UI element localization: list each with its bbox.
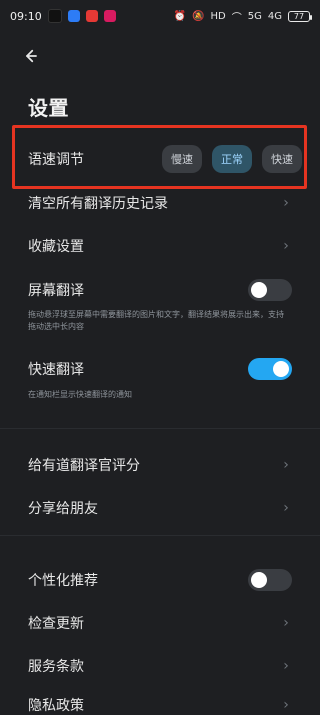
section-divider bbox=[0, 428, 320, 429]
clear-history-row[interactable]: 清空所有翻译历史记录 › bbox=[0, 190, 320, 216]
rate-label: 给有道翻译官评分 bbox=[28, 458, 140, 474]
quick-translate-toggle[interactable] bbox=[248, 358, 292, 380]
terms-row[interactable]: 服务条款 › bbox=[0, 653, 320, 679]
music-app-icon bbox=[47, 9, 62, 23]
speed-buttons: 慢速 正常 快速 bbox=[162, 145, 302, 173]
app-icon-pink bbox=[103, 10, 116, 22]
speed-fast-button[interactable]: 快速 bbox=[262, 145, 302, 173]
quick-translate-helper: 在通知栏显示快速翻译的通知 bbox=[28, 390, 132, 399]
app-icon-red bbox=[85, 10, 98, 22]
screen-translate-row: 屏幕翻译 bbox=[0, 277, 320, 303]
quick-translate-row: 快速翻译 bbox=[0, 356, 320, 382]
chevron-right-icon: › bbox=[283, 457, 289, 473]
share-label: 分享给朋友 bbox=[28, 501, 98, 517]
app-icon-blue bbox=[67, 10, 80, 22]
chevron-right-icon: › bbox=[283, 696, 289, 713]
alarm-icon: ⏰ bbox=[173, 10, 187, 22]
back-button[interactable] bbox=[18, 44, 42, 68]
toggle-knob bbox=[251, 282, 267, 298]
signal-icon-right: 4G bbox=[267, 10, 282, 22]
privacy-label: 隐私政策 bbox=[28, 697, 84, 714]
speed-slow-button[interactable]: 慢速 bbox=[162, 145, 202, 173]
status-time: 09:10 bbox=[10, 9, 42, 23]
back-arrow-icon bbox=[26, 49, 37, 63]
privacy-row[interactable]: 隐私政策 › bbox=[0, 694, 320, 715]
status-left: 09:10 bbox=[10, 9, 116, 23]
speed-label: 语速调节 bbox=[28, 152, 84, 168]
check-update-row[interactable]: 检查更新 › bbox=[0, 610, 320, 636]
status-right: ⏰ 🔕 HD ⌒ 5G 4G 77 bbox=[173, 9, 312, 24]
chevron-right-icon: › bbox=[283, 658, 289, 674]
speed-normal-button[interactable]: 正常 bbox=[212, 145, 252, 173]
page-title: 设置 bbox=[28, 96, 69, 120]
status-bar: 09:10 ⏰ 🔕 HD ⌒ 5G 4G 77 bbox=[0, 0, 320, 32]
personalized-toggle[interactable] bbox=[248, 569, 292, 591]
chevron-right-icon: › bbox=[283, 238, 289, 254]
chevron-right-icon: › bbox=[283, 500, 289, 516]
share-row[interactable]: 分享给朋友 › bbox=[0, 495, 320, 521]
rate-row[interactable]: 给有道翻译官评分 › bbox=[0, 452, 320, 478]
hd-icon: HD bbox=[210, 10, 226, 22]
chevron-right-icon: › bbox=[283, 195, 289, 211]
mute-icon: 🔕 bbox=[192, 10, 205, 22]
collection-settings-label: 收藏设置 bbox=[28, 239, 84, 255]
battery-icon: 77 bbox=[288, 10, 312, 22]
toggle-knob bbox=[251, 572, 267, 588]
screen-translate-toggle[interactable] bbox=[248, 279, 292, 301]
battery-level: 77 bbox=[293, 11, 305, 21]
personalized-row: 个性化推荐 bbox=[0, 567, 320, 593]
screen-translate-helper: 拖动悬浮球至屏幕中需要翻译的图片和文字，翻译结果将展示出来，支持拖动选中长内容 bbox=[28, 310, 284, 331]
collection-settings-row[interactable]: 收藏设置 › bbox=[0, 233, 320, 259]
toggle-knob bbox=[273, 361, 289, 377]
screen-translate-label: 屏幕翻译 bbox=[28, 283, 84, 299]
personalized-label: 个性化推荐 bbox=[28, 573, 98, 589]
clear-history-label: 清空所有翻译历史记录 bbox=[28, 196, 168, 212]
section-divider bbox=[0, 535, 320, 536]
quick-translate-label: 快速翻译 bbox=[28, 362, 84, 378]
chevron-right-icon: › bbox=[283, 615, 289, 631]
terms-label: 服务条款 bbox=[28, 659, 84, 675]
speed-row: 语速调节 慢速 正常 快速 bbox=[0, 143, 320, 175]
signal-icon-left: 5G bbox=[247, 10, 262, 22]
check-update-label: 检查更新 bbox=[28, 616, 84, 632]
wifi-icon: ⌒ bbox=[231, 12, 242, 24]
